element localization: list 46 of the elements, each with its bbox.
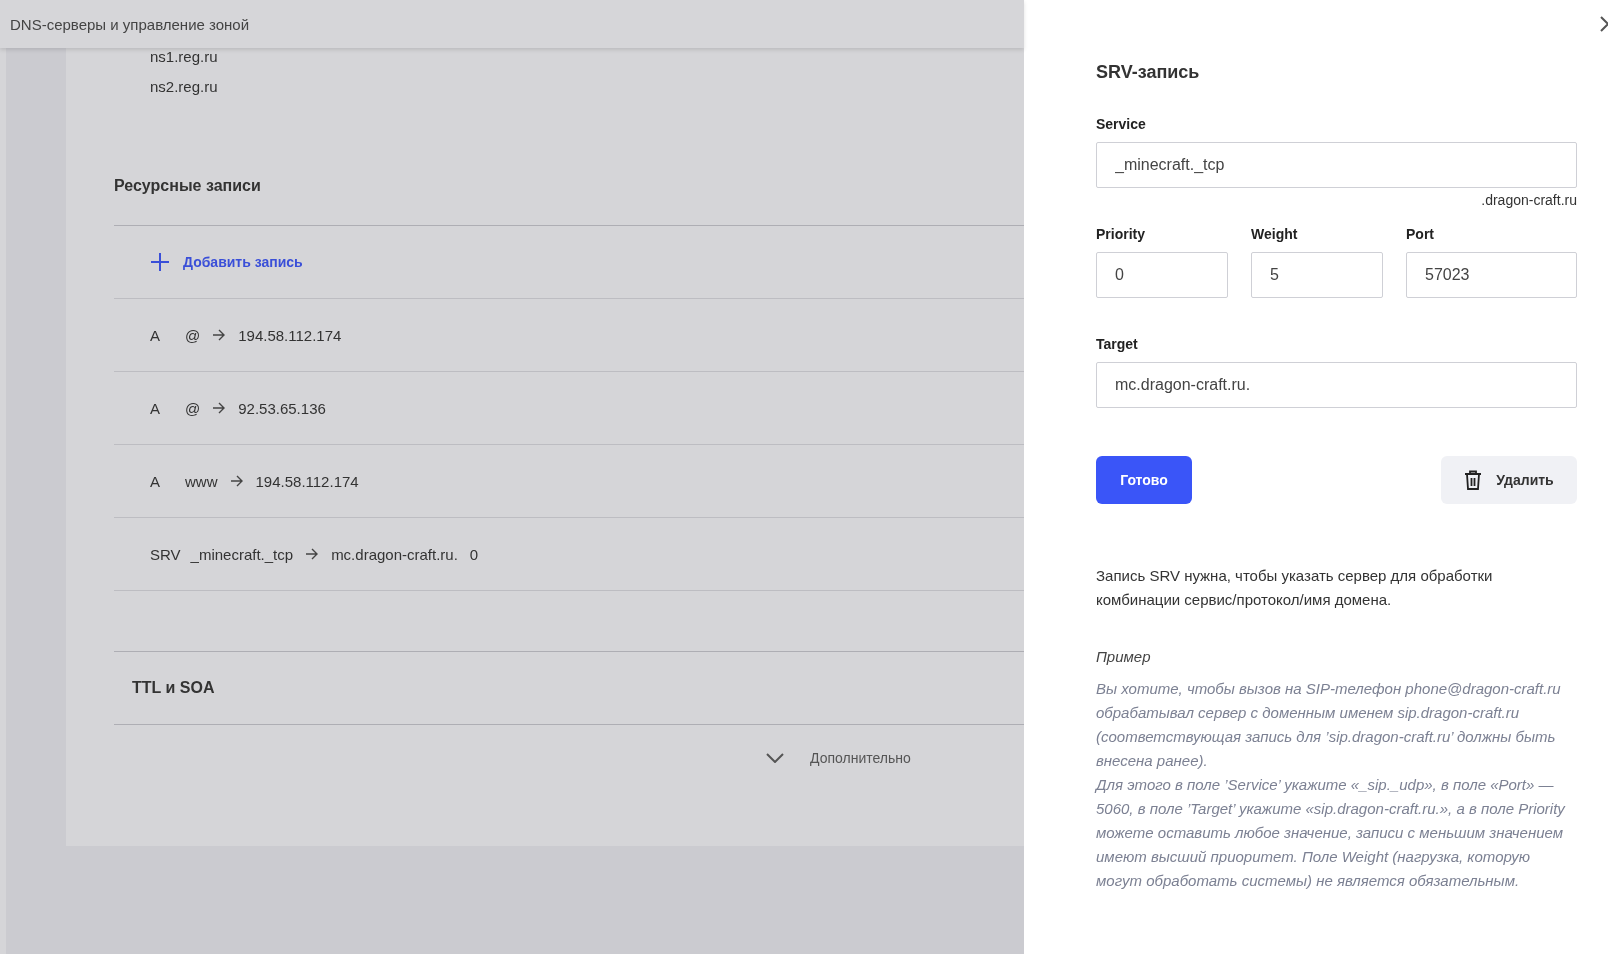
add-record-link[interactable]: Добавить запись: [150, 252, 303, 272]
record-name: @: [185, 326, 201, 344]
delete-button[interactable]: Удалить: [1441, 456, 1577, 504]
record-type: SRV: [150, 545, 181, 563]
section-title: Ресурсные записи: [114, 177, 262, 196]
record-priority: 0: [469, 545, 479, 563]
record-value: mc.dragon-craft.ru.: [331, 545, 458, 563]
arrow-icon: [229, 475, 243, 487]
domain-suffix: .dragon-craft.ru: [1481, 192, 1577, 208]
number-field[interactable]: 0: [1096, 252, 1228, 298]
header-title: DNS-серверы и управление зоной: [10, 15, 250, 33]
example-title: Пример: [1096, 648, 1152, 665]
record-name: _minecraft._tcp: [190, 545, 294, 563]
example-text: Вы хотите, чтобы вызов на SIP-телефон phone@dragon-craft.ru обрабатывал сервер с доменным именем sip.dragon-craft.ru (соответствующая запись для ’sip.dragon-craft.ru’ должны быть внесена ранее).: [1096, 679, 1562, 771]
arrow-icon: [212, 402, 226, 414]
plus-icon: [150, 252, 170, 272]
section-title: TTL и SOA: [132, 679, 215, 697]
field-label: Port: [1406, 226, 1435, 242]
number-field[interactable]: 5: [1251, 252, 1383, 298]
panel-title: SRV-запись: [1096, 62, 1201, 83]
close-icon[interactable]: [1600, 16, 1608, 32]
field-label: Service: [1096, 116, 1147, 132]
more-toggle[interactable]: Дополнительно: [766, 750, 911, 766]
record-value: 194.58.112.174: [255, 472, 359, 490]
description-text: Запись SRV нужна, чтобы указать сервер для обработки комбинации сервис/протокол/имя домена.: [1096, 566, 1494, 610]
number-field[interactable]: 57023: [1406, 252, 1577, 298]
nameserver: ns1.reg.ru: [150, 48, 219, 66]
trash-icon: [1464, 470, 1483, 490]
record-name: @: [185, 399, 201, 417]
record-type: A: [150, 326, 161, 344]
chevron-down-icon: [766, 753, 784, 763]
record-type: A: [150, 472, 161, 490]
field-label: Target: [1096, 336, 1139, 352]
field-label: Weight: [1251, 226, 1299, 242]
nameserver: ns2.reg.ru: [150, 78, 219, 96]
field-label: Priority: [1096, 226, 1146, 242]
arrow-icon: [305, 548, 319, 560]
target-field[interactable]: mc.dragon-craft.ru.: [1096, 362, 1577, 408]
done-button[interactable]: Готово: [1096, 456, 1192, 504]
arrow-icon: [212, 329, 226, 341]
service-field[interactable]: _minecraft._tcp: [1096, 142, 1577, 188]
record-name: www: [185, 472, 218, 490]
example-text: Для этого в поле ’Service’ укажите «_sip._udp», в поле «Port» — 5060, в поле ’Target’ укажите «sip.dragon-craft.ru.», а в поле Priority можете оставить любое значение, записи с меньшим значением имеют высший приоритет. Поле Weight (нагрузка, которую могут обработать системы) не является обязательным.: [1096, 775, 1567, 891]
record-type: A: [150, 399, 161, 417]
record-value: 194.58.112.174: [238, 326, 342, 344]
record-value: 92.53.65.136: [238, 399, 326, 417]
